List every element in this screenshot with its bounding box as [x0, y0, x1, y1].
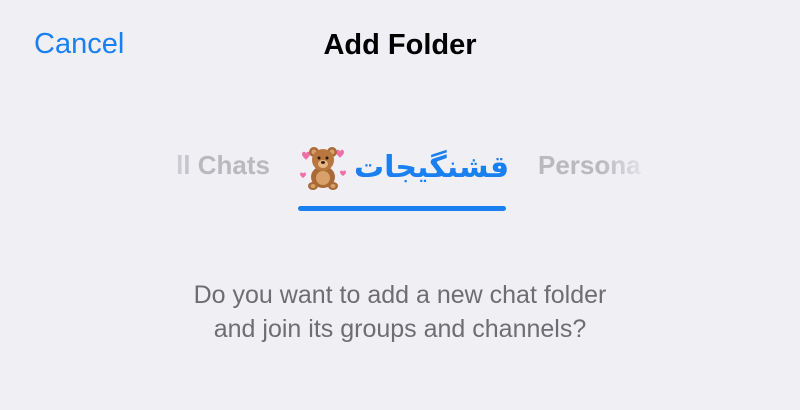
folder-tabs: ll Chats قشنگیجات Persona: [0, 140, 800, 220]
tab-label: Persona: [538, 150, 641, 180]
message-line-2: and join its groups and channels?: [213, 315, 587, 343]
active-tab-indicator: [298, 206, 506, 211]
message-line-1: Do you want to add a new chat folder: [193, 281, 607, 309]
tab-label: ll Chats: [176, 150, 270, 180]
tab-all-chats[interactable]: ll Chats: [142, 150, 270, 181]
tab-personal[interactable]: Persona: [538, 150, 654, 181]
confirmation-message: Do you want to add a new chat folder and…: [0, 278, 800, 346]
page-title: Add Folder: [323, 29, 477, 61]
tab-label: قشنگیجات: [354, 150, 510, 184]
tab-new-folder[interactable]: قشنگیجات: [298, 144, 510, 190]
add-folder-sheet: Cancel Add Folder ll Chats قشنگیجات Pers…: [0, 0, 800, 410]
teddy-bear-icon: [298, 144, 348, 190]
